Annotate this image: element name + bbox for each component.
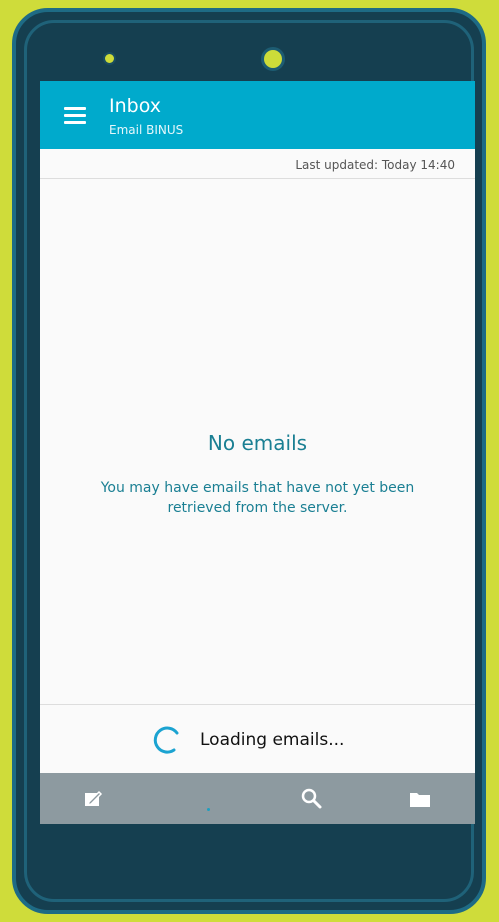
search-icon[interactable] bbox=[299, 786, 325, 812]
account-subtitle: Email BINUS bbox=[109, 123, 184, 137]
loading-spinner-icon bbox=[153, 726, 179, 754]
app-screen: Inbox Email BINUS Last updated: Today 14… bbox=[40, 81, 475, 824]
page-indicator-dot bbox=[207, 808, 210, 811]
menu-line bbox=[64, 114, 86, 117]
front-camera bbox=[264, 50, 282, 68]
device-backdrop: Inbox Email BINUS Last updated: Today 14… bbox=[0, 0, 499, 922]
menu-line bbox=[64, 107, 86, 110]
bottom-toolbar bbox=[40, 773, 475, 824]
sync-status-bar: Last updated: Today 14:40 bbox=[40, 149, 475, 179]
menu-line bbox=[64, 121, 86, 124]
last-updated-text: Last updated: Today 14:40 bbox=[295, 158, 455, 172]
hamburger-menu-icon[interactable] bbox=[56, 101, 90, 131]
empty-state-title: No emails bbox=[207, 431, 308, 455]
proximity-sensor bbox=[105, 54, 114, 63]
app-bar: Inbox Email BINUS bbox=[40, 81, 475, 149]
loading-text: Loading emails... bbox=[200, 730, 345, 750]
empty-state-description: You may have emails that have not yet be… bbox=[100, 480, 415, 516]
loading-row: Loading emails... bbox=[40, 704, 475, 774]
compose-icon[interactable] bbox=[80, 786, 106, 812]
page-title: Inbox bbox=[109, 95, 161, 117]
folder-icon[interactable] bbox=[407, 786, 433, 812]
